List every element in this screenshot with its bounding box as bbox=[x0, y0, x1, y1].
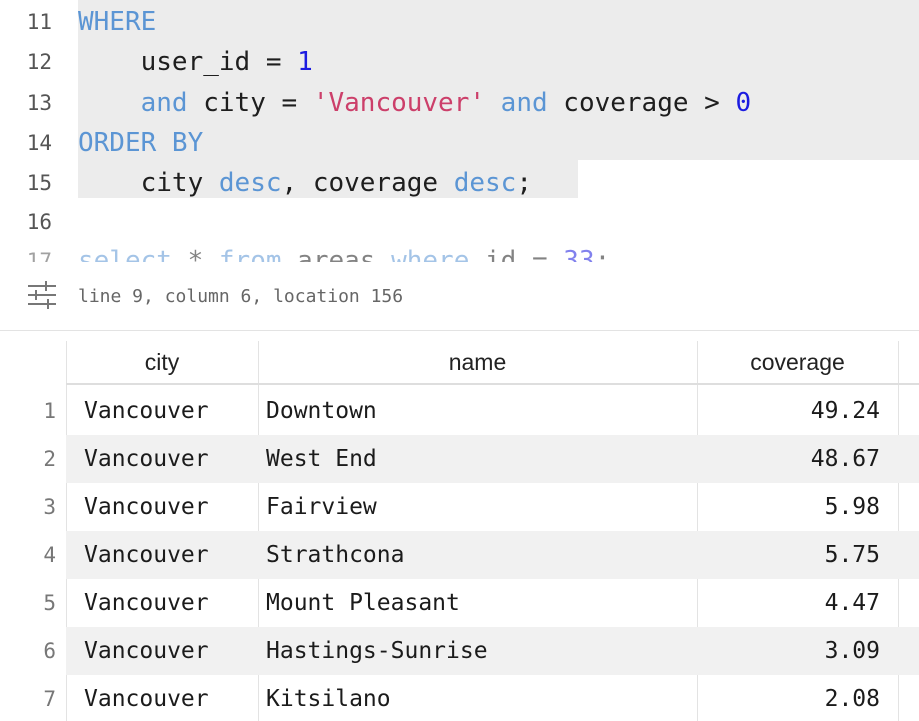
code-token: id = bbox=[469, 246, 564, 262]
row-number: 7 bbox=[43, 687, 56, 711]
code-line[interactable]: 11 WHERE bbox=[0, 2, 919, 42]
cell-name: Fairview bbox=[266, 494, 377, 520]
code-line[interactable]: 17 select * from areas where id = 33; bbox=[0, 241, 919, 262]
code-token: ; bbox=[516, 168, 532, 198]
code-token: select bbox=[78, 246, 172, 262]
row-number: 1 bbox=[43, 399, 56, 423]
cell-city: Vancouver bbox=[84, 446, 209, 472]
code-token: 'Vancouver' bbox=[312, 88, 486, 118]
code-text: select * from areas where id = 33; bbox=[78, 241, 610, 262]
code-token: ; bbox=[594, 246, 611, 262]
code-token: desc bbox=[218, 168, 282, 198]
code-token: user_id = bbox=[78, 47, 298, 77]
cell-name: Hastings-Sunrise bbox=[266, 638, 488, 664]
sql-editor[interactable]: 11 WHERE 12 user_id = 1 13 and city = 'Vanc… bbox=[0, 0, 919, 262]
cell-coverage: 48.67 bbox=[810, 446, 880, 472]
cell-coverage: 3.09 bbox=[824, 638, 880, 664]
code-token: city = bbox=[187, 88, 313, 118]
column-header-name[interactable]: name bbox=[258, 341, 697, 383]
code-token: , coverage bbox=[281, 168, 454, 198]
cell-name: Kitsilano bbox=[266, 686, 391, 712]
table-row[interactable]: 6 Vancouver Hastings-Sunrise 3.09 bbox=[0, 627, 919, 675]
line-number: 15 bbox=[26, 171, 52, 195]
table-row[interactable]: 5 Vancouver Mount Pleasant 4.47 bbox=[0, 579, 919, 627]
table-row[interactable]: 4 Vancouver Strathcona 5.75 bbox=[0, 531, 919, 579]
cell-city: Vancouver bbox=[84, 638, 209, 664]
code-text: WHERE bbox=[78, 2, 156, 42]
code-token: city bbox=[78, 168, 219, 198]
code-token: coverage > bbox=[547, 88, 736, 118]
cell-city: Vancouver bbox=[84, 494, 209, 520]
cell-name: Mount Pleasant bbox=[266, 590, 460, 616]
line-number: 13 bbox=[26, 91, 52, 115]
cell-coverage: 5.75 bbox=[824, 542, 880, 568]
table-row[interactable]: 7 Vancouver Kitsilano 2.08 bbox=[0, 675, 919, 721]
line-number: 12 bbox=[26, 50, 52, 74]
code-token: from bbox=[218, 246, 282, 262]
code-token: 0 bbox=[735, 88, 752, 118]
row-number: 3 bbox=[43, 495, 56, 519]
code-token: WHERE bbox=[78, 7, 157, 37]
table-row[interactable]: 3 Vancouver Fairview 5.98 bbox=[0, 483, 919, 531]
line-number: 16 bbox=[26, 210, 52, 234]
cell-name: Strathcona bbox=[266, 542, 405, 568]
row-number: 4 bbox=[43, 543, 56, 567]
results-table: city name coverage 1 Vancouver Downtown 49.… bbox=[0, 331, 919, 721]
cell-coverage: 49.24 bbox=[810, 398, 880, 424]
sliders-icon[interactable] bbox=[26, 280, 58, 310]
code-token: * bbox=[171, 246, 219, 262]
code-line[interactable]: 13 and city = 'Vancouver' and coverage >… bbox=[0, 83, 919, 123]
code-token: areas bbox=[281, 246, 392, 262]
table-row[interactable]: 1 Vancouver Downtown 49.24 bbox=[0, 387, 919, 435]
code-token: 33 bbox=[563, 246, 595, 262]
cell-coverage: 5.98 bbox=[824, 494, 880, 520]
line-number: 14 bbox=[26, 131, 52, 155]
editor-status-bar: line 9, column 6, location 156 bbox=[0, 262, 919, 331]
cursor-position-text: line 9, column 6, location 156 bbox=[78, 286, 404, 307]
code-token: desc bbox=[453, 168, 517, 198]
code-line[interactable]: 16 bbox=[0, 202, 919, 242]
row-number: 5 bbox=[43, 591, 56, 615]
cell-city: Vancouver bbox=[84, 590, 209, 616]
row-number: 2 bbox=[43, 447, 56, 471]
code-text: city desc, coverage desc; bbox=[78, 163, 532, 203]
code-token: and bbox=[140, 88, 188, 118]
table-row[interactable]: 2 Vancouver West End 48.67 bbox=[0, 435, 919, 483]
code-text: user_id = 1 bbox=[78, 42, 313, 82]
cell-city: Vancouver bbox=[84, 686, 209, 712]
column-header-coverage[interactable]: coverage bbox=[697, 341, 898, 383]
code-token: where bbox=[391, 246, 470, 262]
code-token: ORDER BY bbox=[78, 128, 204, 158]
row-number: 6 bbox=[43, 639, 56, 663]
code-token: 1 bbox=[297, 47, 313, 77]
code-text: and city = 'Vancouver' and coverage > 0 bbox=[78, 83, 752, 123]
cell-city: Vancouver bbox=[84, 398, 209, 424]
cell-coverage: 2.08 bbox=[824, 686, 880, 712]
line-number: 11 bbox=[26, 10, 52, 34]
cell-name: West End bbox=[266, 446, 377, 472]
column-header-city[interactable]: city bbox=[66, 341, 258, 383]
cell-city: Vancouver bbox=[84, 542, 209, 568]
code-line[interactable]: 15 city desc, coverage desc; bbox=[0, 163, 919, 203]
line-number: 17 bbox=[26, 249, 52, 262]
cell-coverage: 4.47 bbox=[824, 590, 880, 616]
code-line[interactable]: 14 ORDER BY bbox=[0, 123, 919, 163]
code-token: and bbox=[500, 88, 548, 118]
table-header: city name coverage bbox=[66, 341, 919, 385]
code-text: ORDER BY bbox=[78, 123, 203, 163]
code-line[interactable]: 12 user_id = 1 bbox=[0, 42, 919, 82]
cell-name: Downtown bbox=[266, 398, 377, 424]
